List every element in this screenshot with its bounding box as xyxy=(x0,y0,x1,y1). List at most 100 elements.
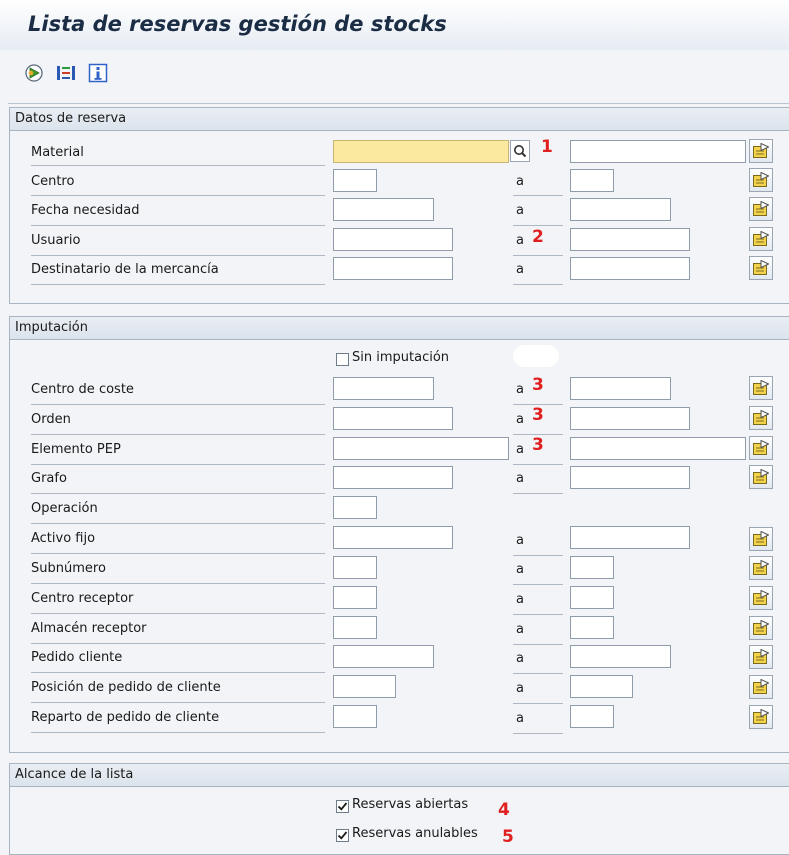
orden-from-input[interactable] xyxy=(333,407,453,430)
range-a-label: a xyxy=(516,681,524,696)
multiple-selection-icon xyxy=(753,649,769,664)
multiple-selection-button[interactable] xyxy=(749,227,773,251)
annotation-marker: 5 xyxy=(502,827,514,847)
label-fecha-necesidad: Fecha necesidad xyxy=(31,203,140,218)
multiple-selection-button[interactable] xyxy=(749,197,773,221)
group-title-datos-reserva: Datos de reserva xyxy=(10,108,789,131)
multiple-selection-button[interactable] xyxy=(749,705,773,729)
label-pedido-cliente: Pedido cliente xyxy=(31,650,123,665)
multiple-selection-button[interactable] xyxy=(749,168,773,192)
centro-to-input[interactable] xyxy=(570,169,614,192)
usuario-to-input[interactable] xyxy=(570,228,690,251)
destinatario-from-input[interactable] xyxy=(333,257,453,280)
redacted-area xyxy=(513,345,559,367)
multiple-selection-button[interactable] xyxy=(749,376,773,400)
info-icon[interactable] xyxy=(88,63,108,83)
label-underline xyxy=(31,165,325,166)
activo-fijo-to-input[interactable] xyxy=(570,526,690,549)
label-underline xyxy=(31,702,325,703)
label-underline xyxy=(513,284,563,285)
multiple-selection-icon xyxy=(753,440,769,455)
multiple-selection-button[interactable] xyxy=(749,645,773,669)
almacen-receptor-from-input[interactable] xyxy=(333,616,377,639)
label-reparto-pedido: Reparto de pedido de cliente xyxy=(31,710,220,725)
multiple-selection-button[interactable] xyxy=(749,556,773,580)
reservas-anulables-checkbox[interactable] xyxy=(336,829,349,842)
subnumero-to-input[interactable] xyxy=(570,556,614,579)
label-underline xyxy=(31,583,325,584)
usuario-from-input[interactable] xyxy=(333,228,453,251)
multiple-selection-icon xyxy=(753,410,769,425)
execute-icon[interactable] xyxy=(24,63,44,83)
centro-coste-to-input[interactable] xyxy=(570,377,671,400)
selection-options-icon[interactable] xyxy=(56,63,76,83)
grafo-from-input[interactable] xyxy=(333,466,453,489)
multiple-selection-button[interactable] xyxy=(749,256,773,280)
centro-receptor-to-input[interactable] xyxy=(570,586,614,609)
label-grafo: Grafo xyxy=(31,471,67,486)
checkmark-icon xyxy=(337,831,348,840)
multiple-selection-icon xyxy=(753,380,769,395)
posicion-pedido-from-input[interactable] xyxy=(333,675,396,698)
label-centro-coste: Centro de coste xyxy=(31,382,134,397)
grafo-to-input[interactable] xyxy=(570,466,690,489)
reservas-anulables-label: Reservas anulables xyxy=(352,826,478,841)
multiple-selection-button[interactable] xyxy=(749,139,773,163)
label-underline xyxy=(31,672,325,673)
multiple-selection-icon xyxy=(753,560,769,575)
search-help-button[interactable] xyxy=(510,140,530,162)
centro-coste-from-input[interactable] xyxy=(333,377,434,400)
sin-imputacion-checkbox[interactable] xyxy=(336,353,349,366)
multiple-selection-button[interactable] xyxy=(749,586,773,610)
annotation-marker: 3 xyxy=(532,375,544,395)
orden-to-input[interactable] xyxy=(570,407,690,430)
fecha-necesidad-to-input[interactable] xyxy=(570,198,671,221)
range-a-label: a xyxy=(516,442,524,457)
label-underline xyxy=(31,732,325,733)
multiple-selection-button[interactable] xyxy=(749,616,773,640)
multiple-selection-button[interactable] xyxy=(749,406,773,430)
label-underline xyxy=(31,464,325,465)
multiple-selection-icon xyxy=(753,143,769,158)
multiple-selection-icon xyxy=(753,590,769,605)
multiple-selection-button[interactable] xyxy=(749,436,773,460)
reparto-pedido-from-input[interactable] xyxy=(333,705,377,728)
multiple-selection-icon xyxy=(753,469,769,484)
label-destinatario: Destinatario de la mercancía xyxy=(31,262,219,277)
label-activo-fijo: Activo fijo xyxy=(31,531,96,546)
label-posicion-pedido: Posición de pedido de cliente xyxy=(31,680,221,695)
range-a-label: a xyxy=(516,233,524,248)
reparto-pedido-to-input[interactable] xyxy=(570,705,614,728)
multiple-selection-button[interactable] xyxy=(749,675,773,699)
centro-receptor-from-input[interactable] xyxy=(333,586,377,609)
multiple-selection-button[interactable] xyxy=(749,465,773,489)
multiple-selection-icon xyxy=(753,620,769,635)
reservas-abiertas-checkbox[interactable] xyxy=(336,800,349,813)
destinatario-to-input[interactable] xyxy=(570,257,690,280)
elemento-pep-to-input[interactable] xyxy=(570,437,746,460)
label-underline xyxy=(513,584,563,585)
fecha-necesidad-from-input[interactable] xyxy=(333,198,434,221)
label-underline xyxy=(31,284,325,285)
group-title-imputacion: Imputación xyxy=(10,317,789,340)
multiple-selection-button[interactable] xyxy=(749,527,773,551)
label-underline xyxy=(513,673,563,674)
group-title-alcance-lista: Alcance de la lista xyxy=(10,764,789,787)
activo-fijo-from-input[interactable] xyxy=(333,526,453,549)
pedido-cliente-from-input[interactable] xyxy=(333,645,434,668)
label-underline xyxy=(31,523,325,524)
multiple-selection-icon xyxy=(753,260,769,275)
range-a-label: a xyxy=(516,711,524,726)
material-to-input[interactable] xyxy=(570,140,746,163)
annotation-marker: 1 xyxy=(541,137,553,157)
range-a-label: a xyxy=(516,622,524,637)
almacen-receptor-to-input[interactable] xyxy=(570,616,614,639)
material-from-input[interactable] xyxy=(333,140,509,163)
centro-from-input[interactable] xyxy=(333,169,377,192)
posicion-pedido-to-input[interactable] xyxy=(570,675,633,698)
subnumero-from-input[interactable] xyxy=(333,556,377,579)
elemento-pep-from-input[interactable] xyxy=(333,437,509,460)
label-underline xyxy=(513,614,563,615)
operacion-input[interactable] xyxy=(333,496,377,519)
pedido-cliente-to-input[interactable] xyxy=(570,645,671,668)
